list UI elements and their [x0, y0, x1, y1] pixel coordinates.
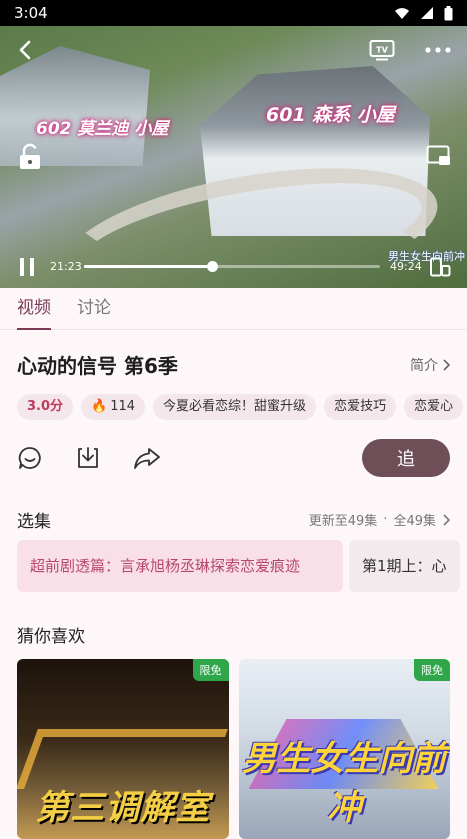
status-icons [394, 5, 453, 21]
recommend-cards: 第三调解室 限免 男生女生向前冲 限免 [17, 659, 450, 839]
heat-badge: 🔥 114 [81, 394, 146, 420]
pause-icon[interactable] [16, 256, 38, 278]
tag-chip[interactable]: 恋爱心 [404, 394, 464, 420]
video-caption-602: 602 莫兰迪 小屋 [36, 119, 169, 139]
status-time: 3:04 [14, 4, 48, 22]
free-badge: 限免 [414, 659, 450, 681]
wifi-icon [395, 7, 409, 19]
flame-icon: 🔥 [91, 399, 108, 414]
comment-icon[interactable] [17, 445, 43, 471]
cast-tv-icon[interactable]: TV [368, 38, 396, 62]
tab-video[interactable]: 视频 [17, 288, 51, 330]
progress-fill [84, 265, 213, 268]
battery-icon [444, 5, 453, 20]
total-time: 49:24 [390, 260, 422, 273]
action-row: 追 [17, 438, 450, 478]
recommend-header: 猜你喜欢 [17, 622, 450, 647]
episodes-all-link[interactable]: 更新至49集 · 全49集 [309, 510, 450, 529]
intro-link[interactable]: 简介 [410, 355, 450, 375]
svg-text:TV: TV [376, 46, 388, 55]
back-icon[interactable] [12, 36, 40, 64]
card-poster-text: 男生女生向前冲 [242, 739, 447, 828]
intro-label: 简介 [410, 357, 438, 374]
progress-bar[interactable] [84, 261, 380, 272]
episodes-update-status: 更新至49集 [308, 514, 378, 529]
show-title: 心动的信号 第6季 [17, 354, 178, 378]
status-bar: 3:04 [0, 0, 467, 26]
more-options-icon[interactable] [424, 36, 452, 64]
video-player[interactable]: 602 莫兰迪 小屋 601 森系 小屋 男生女生向前冲 TV 21:23 49… [0, 26, 467, 288]
download-icon[interactable] [75, 445, 101, 471]
episodes-header: 选集 更新至49集 · 全49集 [17, 507, 450, 532]
tag-row: 3.0分 🔥 114 今夏必看恋综！甜蜜升级 恋爱技巧 恋爱心 [17, 394, 467, 420]
chevron-right-icon [443, 513, 450, 526]
follow-button[interactable]: 追 [362, 439, 450, 477]
episode-item[interactable]: 超前剧透篇：言承旭杨丞琳探索恋爱痕迹 [17, 540, 343, 592]
tab-discussion[interactable]: 讨论 [77, 288, 111, 330]
title-row: 心动的信号 第6季 简介 [17, 350, 450, 379]
recommend-card[interactable]: 第三调解室 限免 [17, 659, 229, 839]
recommend-title: 猜你喜欢 [17, 627, 85, 647]
score-badge: 3.0分 [17, 394, 74, 420]
screen-lock-icon[interactable] [16, 142, 44, 172]
current-time: 21:23 [50, 260, 82, 273]
content-tabs: 视频 讨论 [0, 288, 467, 330]
video-caption-601: 601 森系 小屋 [266, 104, 395, 126]
recommend-card[interactable]: 男生女生向前冲 限免 [238, 659, 450, 839]
dot-separator: · [383, 512, 388, 527]
episodes-title: 选集 [17, 512, 51, 532]
chevron-right-icon [443, 358, 450, 371]
episode-item[interactable]: 第1期上：心 [349, 540, 460, 592]
signal-icon [421, 7, 433, 19]
episode-list: 超前剧透篇：言承旭杨丞琳探索恋爱痕迹 第1期上：心 [17, 540, 467, 592]
picture-in-picture-icon[interactable] [426, 144, 452, 168]
free-badge: 限免 [192, 659, 229, 681]
heat-value: 114 [110, 399, 136, 414]
card-poster-text: 第三调解室 [35, 788, 211, 828]
fullscreen-icon[interactable] [428, 256, 452, 278]
tag-chip[interactable]: 恋爱技巧 [324, 394, 397, 420]
episodes-all-label: 全49集 [393, 514, 436, 529]
share-icon[interactable] [133, 445, 160, 471]
tag-chip[interactable]: 今夏必看恋综！甜蜜升级 [153, 394, 317, 420]
